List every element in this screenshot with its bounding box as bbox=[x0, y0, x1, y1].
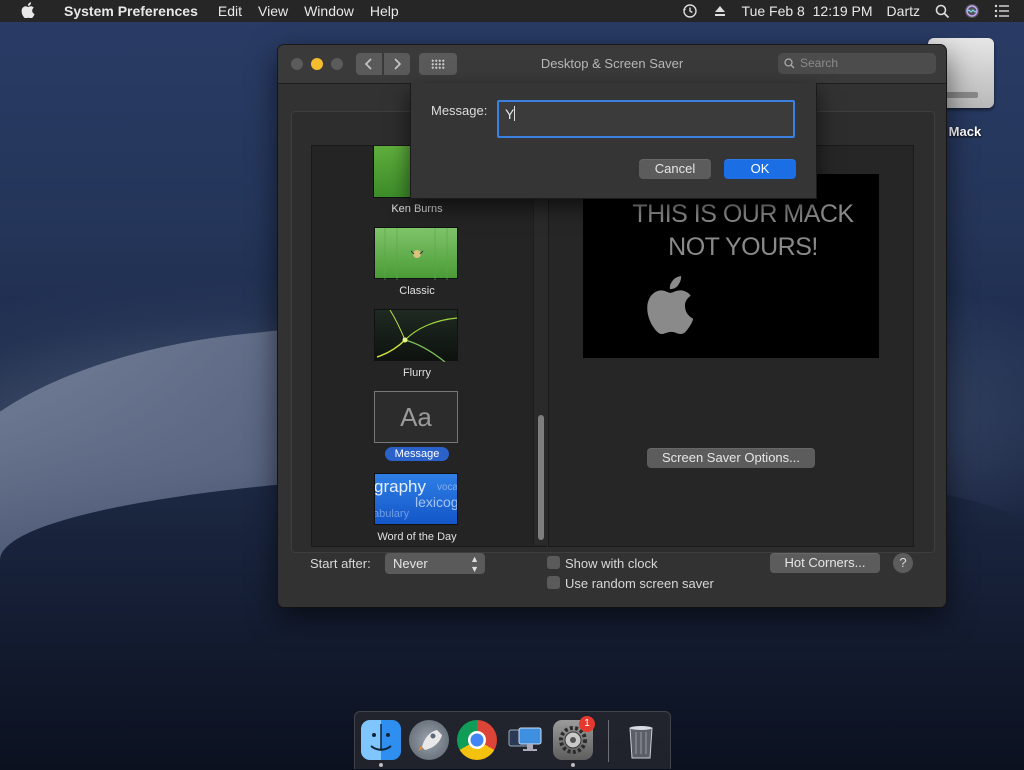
screen-saver-label-ken-burns[interactable]: Ken Burns bbox=[312, 203, 522, 215]
apple-logo-icon bbox=[647, 276, 694, 334]
search-icon bbox=[784, 53, 795, 76]
screen-saver-list[interactable]: Ken Burns Classic Flurry Aa Message grap… bbox=[311, 145, 547, 547]
screen-saver-preview: THIS IS OUR MACK NOT YOURS! bbox=[583, 174, 879, 358]
list-scroll-thumb[interactable] bbox=[538, 415, 544, 540]
cancel-button[interactable]: Cancel bbox=[639, 159, 711, 179]
screen-saver-label-word-of-the-day[interactable]: Word of the Day bbox=[312, 531, 522, 543]
dock: 1 bbox=[354, 711, 671, 769]
show-with-clock-checkbox[interactable] bbox=[547, 556, 560, 569]
system-preferences-running-indicator bbox=[571, 763, 575, 767]
ok-button[interactable]: OK bbox=[724, 159, 796, 179]
preview-message: THIS IS OUR MACK NOT YOURS! bbox=[583, 198, 903, 264]
screen-sharing-icon[interactable] bbox=[505, 720, 545, 760]
search-field[interactable]: Search bbox=[778, 53, 936, 74]
menu-app-name[interactable]: System Preferences bbox=[56, 3, 210, 19]
message-label: Message: bbox=[431, 103, 488, 118]
classic-thumbnail[interactable] bbox=[374, 227, 458, 280]
thumb-word-vocab: vocab bbox=[437, 482, 458, 493]
apple-menu-icon[interactable] bbox=[0, 1, 56, 21]
menu-window[interactable]: Window bbox=[296, 3, 362, 19]
text-caret bbox=[514, 106, 516, 121]
word-of-the-day-thumbnail[interactable]: graphy vocab lexicog abulary bbox=[374, 473, 458, 525]
thumb-word-abulary: abulary bbox=[374, 508, 410, 520]
spotlight-search-icon[interactable] bbox=[934, 3, 950, 19]
time-machine-icon[interactable] bbox=[682, 3, 698, 19]
updown-chevron-icon: ▲ ▼ bbox=[470, 554, 479, 574]
preview-message-line2: NOT YOURS! bbox=[668, 233, 818, 261]
message-thumbnail[interactable]: Aa bbox=[374, 391, 458, 443]
start-after-select[interactable]: Never ▲ ▼ bbox=[385, 553, 485, 574]
random-saver-label[interactable]: Use random screen saver bbox=[565, 576, 714, 591]
selected-label: Message bbox=[384, 447, 450, 461]
screen-saver-label-flurry[interactable]: Flurry bbox=[312, 367, 522, 379]
menu-clock[interactable]: Tue Feb 8 12:19 PM bbox=[742, 3, 873, 19]
dock-separator bbox=[608, 720, 609, 762]
start-after-label: Start after: bbox=[310, 556, 371, 571]
notification-badge: 1 bbox=[579, 716, 595, 732]
menu-bar: System Preferences Edit View Window Help… bbox=[0, 0, 1024, 22]
list-scrollbar[interactable] bbox=[533, 145, 548, 545]
launchpad-icon[interactable] bbox=[409, 720, 449, 760]
finder-running-indicator bbox=[379, 763, 383, 767]
screen-saver-label-classic[interactable]: Classic bbox=[312, 285, 522, 297]
search-placeholder: Search bbox=[800, 56, 839, 70]
screen-saver-label-message[interactable]: Message bbox=[312, 447, 522, 461]
random-saver-checkbox[interactable] bbox=[547, 576, 560, 589]
message-input[interactable]: Y bbox=[497, 100, 795, 138]
hot-corners-button[interactable]: Hot Corners... bbox=[770, 553, 880, 573]
preview-message-line1: THIS IS OUR MACK bbox=[632, 200, 854, 228]
message-dialog: Message: Y Cancel OK bbox=[410, 83, 817, 199]
show-with-clock-label[interactable]: Show with clock bbox=[565, 556, 657, 571]
help-button[interactable]: ? bbox=[893, 553, 913, 573]
start-after-value: Never bbox=[393, 556, 428, 571]
notification-center-icon[interactable] bbox=[994, 3, 1010, 19]
chrome-icon[interactable] bbox=[457, 720, 497, 760]
message-thumbnail-text: Aa bbox=[400, 402, 432, 432]
flurry-thumbnail[interactable] bbox=[374, 309, 458, 362]
menu-edit[interactable]: Edit bbox=[210, 3, 250, 19]
finder-icon[interactable] bbox=[361, 720, 401, 760]
window-titlebar[interactable]: Desktop & Screen Saver Search bbox=[278, 45, 946, 84]
eject-icon[interactable] bbox=[712, 3, 728, 19]
message-input-value: Y bbox=[505, 106, 515, 122]
trash-icon[interactable] bbox=[621, 720, 661, 760]
menu-user[interactable]: Dartz bbox=[887, 3, 920, 19]
drive-label[interactable]: r Mack bbox=[940, 124, 981, 139]
menu-view[interactable]: View bbox=[250, 3, 296, 19]
siri-icon[interactable] bbox=[964, 3, 980, 19]
menu-help[interactable]: Help bbox=[362, 3, 407, 19]
screen-saver-options-button[interactable]: Screen Saver Options... bbox=[647, 448, 815, 468]
thumb-word-lexicog: lexicog bbox=[415, 494, 458, 510]
